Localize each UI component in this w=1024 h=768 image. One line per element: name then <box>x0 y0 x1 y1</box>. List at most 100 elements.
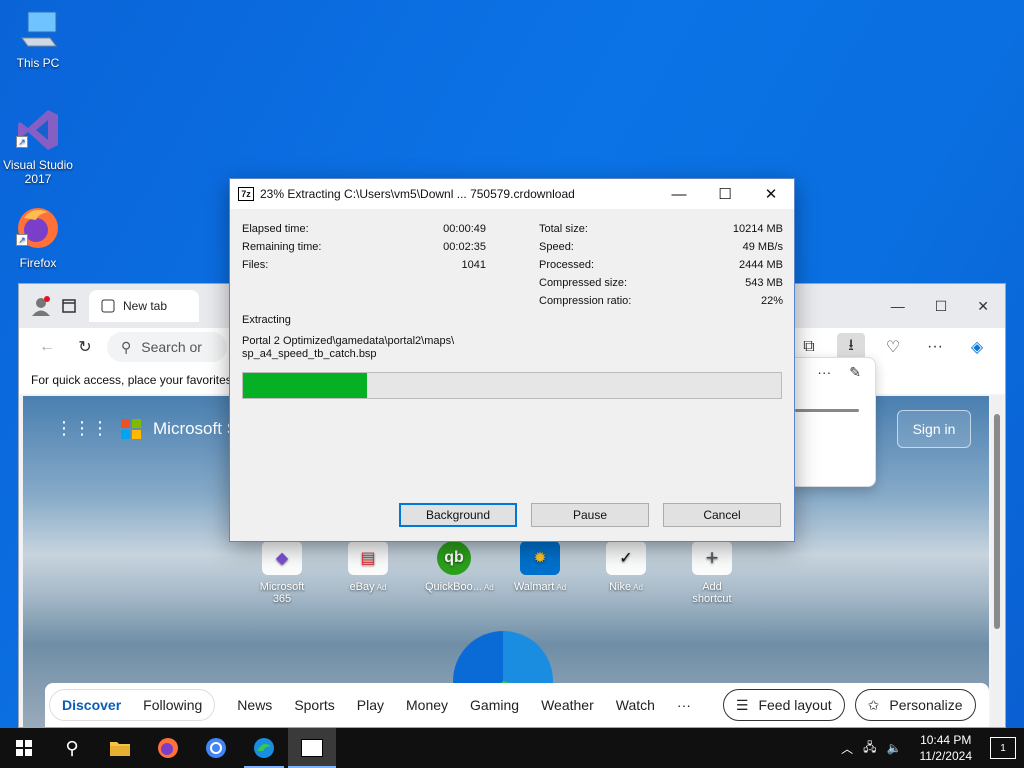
dialog-minimize-icon[interactable]: — <box>656 179 702 209</box>
feed-tab-play[interactable]: Play <box>357 697 384 713</box>
tab-following[interactable]: Following <box>143 697 202 713</box>
ebay-icon: ▤ <box>348 541 388 575</box>
path-line: Portal 2 Optimized\gamedata\portal2\maps… <box>242 335 455 347</box>
stat-value: 1041 <box>461 259 486 271</box>
workspaces-icon[interactable] <box>55 292 83 320</box>
tab-new-tab[interactable]: New tab <box>89 290 199 322</box>
feed-navigation: Discover Following News Sports Play Mone… <box>45 683 989 727</box>
chevron-up-icon[interactable]: ︿ <box>841 740 853 757</box>
dialog-close-icon[interactable]: ✕ <box>748 179 794 209</box>
feed-segment: Discover Following <box>49 689 216 721</box>
copilot-icon[interactable]: ◈ <box>963 333 991 361</box>
stat-elapsed: Elapsed time: 00:00:49 <box>242 223 486 237</box>
shortcut-add[interactable]: + Add shortcut <box>683 541 741 605</box>
stat-remaining: Remaining time: 00:02:35 <box>242 241 486 255</box>
sliders-icon: ☰ <box>735 696 749 713</box>
search-button[interactable]: ⚲ <box>48 728 96 768</box>
notification-center-button[interactable]: 1 <box>990 737 1016 759</box>
quickbooks-icon: qb <box>437 541 471 575</box>
folder-icon <box>110 742 130 756</box>
back-icon[interactable]: ← <box>33 333 61 361</box>
status-label: Extracting <box>242 314 291 326</box>
feed-tab-money[interactable]: Money <box>406 697 448 713</box>
app-launcher-icon[interactable]: ⋮⋮⋮ <box>55 418 109 439</box>
7zip-icon: 7z <box>238 187 254 201</box>
feed-layout-button[interactable]: ☰ Feed layout <box>722 689 845 721</box>
shortcut-quickbooks[interactable]: qb QuickBoo... Ad <box>425 541 494 605</box>
download-progress-bar <box>795 409 859 412</box>
scrollbar-thumb[interactable] <box>994 414 1000 629</box>
stat-compressed-size: Compressed size: 543 MB <box>539 277 783 291</box>
background-button[interactable]: Background <box>399 503 517 527</box>
desktop-icon-this-pc[interactable]: This PC <box>0 8 76 70</box>
vertical-scrollbar[interactable] <box>991 396 1003 727</box>
taskbar-7zip[interactable]: 7z <box>288 728 336 768</box>
browser-essentials-icon[interactable]: ♡ <box>879 333 907 361</box>
taskbar-chrome[interactable] <box>192 728 240 768</box>
refresh-icon[interactable]: ↻ <box>71 333 99 361</box>
desktop-icon-firefox[interactable]: ↗ Firefox <box>0 204 76 270</box>
stat-value: 49 MB/s <box>742 241 783 253</box>
shortcut-label: Walmart <box>513 581 555 593</box>
dialog-titlebar[interactable]: 7z 23% Extracting C:\Users\vm5\Downl ...… <box>230 179 794 209</box>
personalize-label: Personalize <box>889 697 963 713</box>
shortcut-label: Microsoft 365 <box>259 581 305 605</box>
ad-badge: Ad <box>376 583 387 592</box>
stat-processed: Processed: 2444 MB <box>539 259 783 273</box>
current-file-path: Portal 2 Optimized\gamedata\portal2\maps… <box>242 335 542 361</box>
shortcut-microsoft-365[interactable]: ◆ Microsoft 365 <box>253 541 311 605</box>
flyout-more-icon[interactable]: ··· <box>817 364 831 381</box>
pin-icon[interactable]: ✎ <box>849 364 861 381</box>
feed-more-icon[interactable]: ··· <box>677 697 691 713</box>
pause-button[interactable]: Pause <box>531 503 649 527</box>
shortcut-label: Nike <box>609 581 632 593</box>
start-button[interactable] <box>0 728 48 768</box>
feed-tab-weather[interactable]: Weather <box>541 697 594 713</box>
tab-discover[interactable]: Discover <box>62 697 121 713</box>
shortcuts-row: ◆ Microsoft 365 ▤ eBay Ad qb QuickBoo... A… <box>253 541 741 605</box>
stat-label: Remaining time: <box>242 241 322 253</box>
taskbar-file-explorer[interactable] <box>96 728 144 768</box>
dialog-title: 23% Extracting C:\Users\vm5\Downl ... 75… <box>260 187 575 201</box>
stat-compression-ratio: Compression ratio: 22% <box>539 295 783 309</box>
clock-time: 10:44 PM <box>920 733 972 747</box>
stat-value: 00:02:35 <box>443 241 486 253</box>
stat-label: Files: <box>242 259 269 271</box>
dialog-maximize-icon[interactable]: ☐ <box>702 179 748 209</box>
feed-tab-watch[interactable]: Watch <box>616 697 655 713</box>
notification-count: 1 <box>1000 742 1006 754</box>
shortcut-walmart[interactable]: ✹ Walmart Ad <box>511 541 569 605</box>
feed-tab-news[interactable]: News <box>237 697 272 713</box>
path-line: sp_a4_speed_tb_catch.bsp <box>242 348 377 360</box>
shortcut-label: QuickBoo... <box>425 581 482 593</box>
minimize-icon[interactable]: — <box>891 298 905 315</box>
maximize-icon[interactable]: ☐ <box>935 298 948 315</box>
stat-total-size: Total size: 10214 MB <box>539 223 783 237</box>
shortcut-nike[interactable]: ✓ Nike Ad <box>597 541 655 605</box>
sign-in-button[interactable]: Sign in <box>897 410 971 448</box>
close-icon[interactable]: ✕ <box>977 298 989 315</box>
walmart-icon: ✹ <box>520 541 560 575</box>
address-bar[interactable]: ⚲ Search or <box>107 332 227 362</box>
shortcut-label: Add shortcut <box>692 581 732 605</box>
shortcut-ebay[interactable]: ▤ eBay Ad <box>339 541 397 605</box>
feed-tab-sports[interactable]: Sports <box>294 697 334 713</box>
desktop-icon-visual-studio[interactable]: ↗ Visual Studio 2017 <box>0 106 76 186</box>
microsoft-365-icon: ◆ <box>262 541 302 575</box>
volume-muted-icon[interactable]: 🔈 <box>887 741 902 755</box>
shortcut-arrow-icon: ↗ <box>16 234 28 246</box>
personalize-button[interactable]: ✩ Personalize <box>854 689 976 721</box>
sparkle-icon: ✩ <box>867 696 880 713</box>
clock[interactable]: 10:44 PM 11/2/2024 <box>920 732 973 764</box>
stat-value: 22% <box>760 295 783 307</box>
feed-layout-label: Feed layout <box>758 697 832 713</box>
network-icon[interactable]: 🖧 <box>863 738 876 759</box>
stat-value: 543 MB <box>745 277 783 289</box>
feed-tab-gaming[interactable]: Gaming <box>470 697 519 713</box>
more-options-icon[interactable]: ··· <box>921 333 949 361</box>
taskbar-edge[interactable] <box>240 728 288 768</box>
taskbar-firefox[interactable] <box>144 728 192 768</box>
cancel-button[interactable]: Cancel <box>663 503 781 527</box>
profile-icon[interactable] <box>27 292 55 320</box>
stat-label: Total size: <box>539 223 588 235</box>
